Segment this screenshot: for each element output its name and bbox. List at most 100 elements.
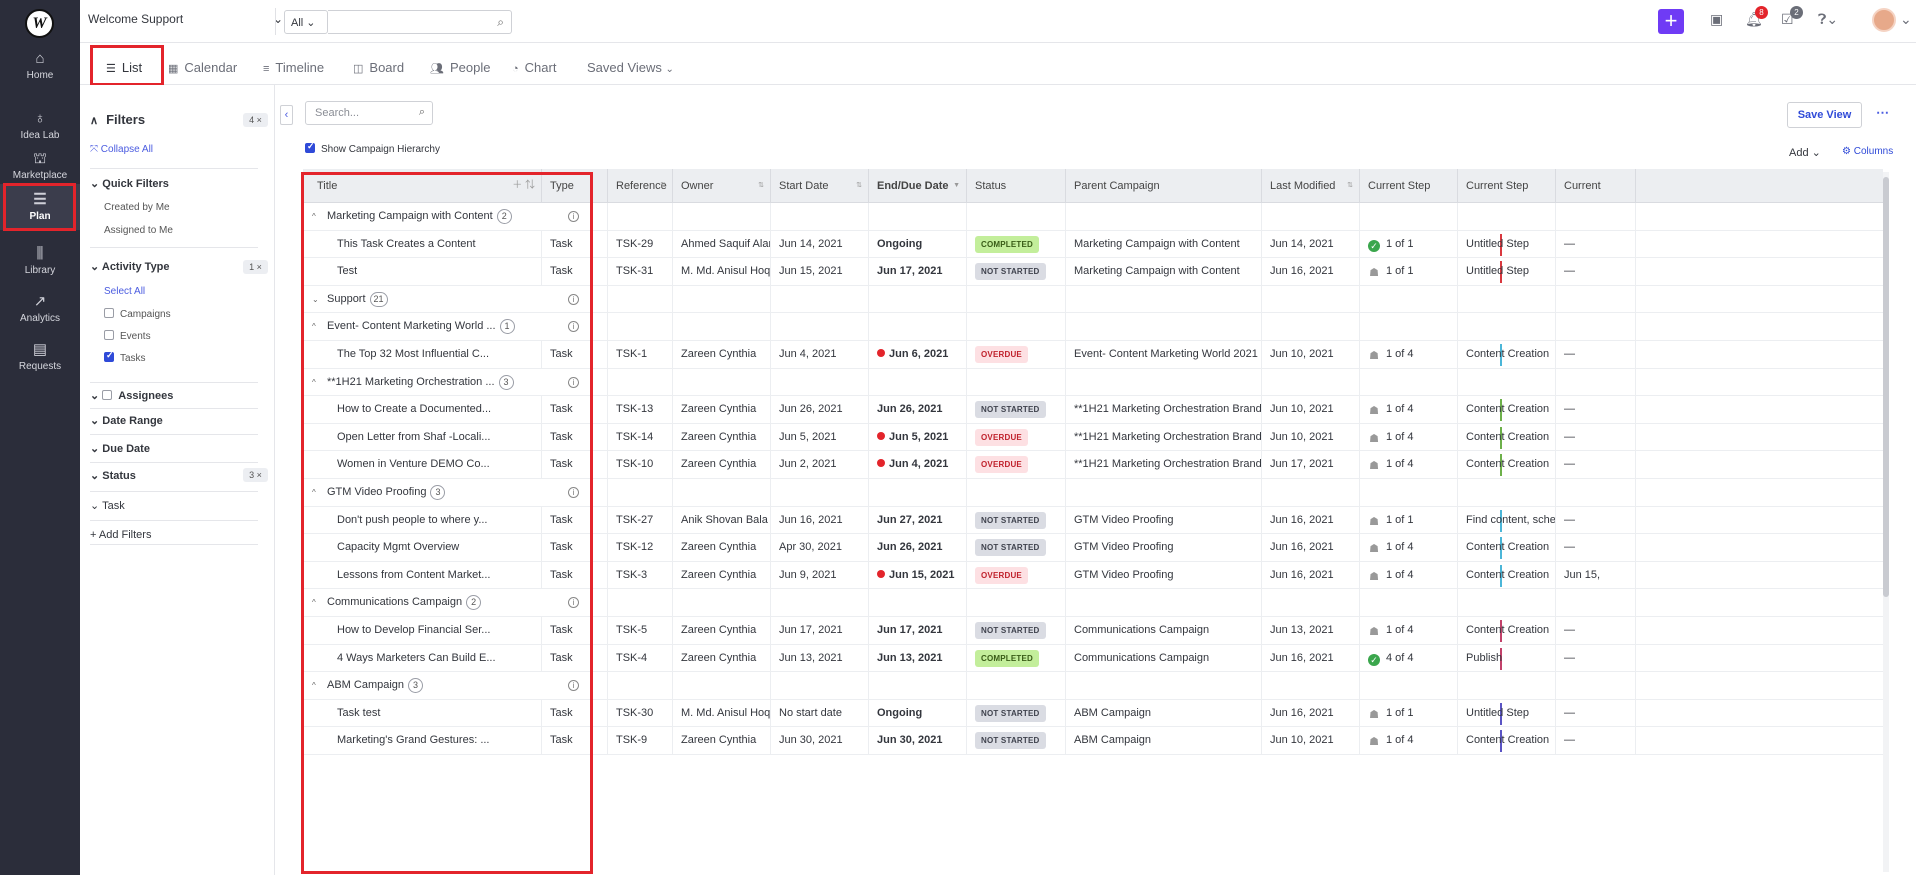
due-date-cell: Jun 27, 2021 — [869, 506, 967, 535]
create-new-button[interactable]: + — [1658, 9, 1684, 34]
parent-campaign-cell[interactable]: Event- Content Marketing World 2021 — [1066, 341, 1262, 369]
parent-campaign-cell[interactable]: Communications Campaign — [1066, 617, 1262, 645]
sort-icon[interactable]: ⇅ — [660, 169, 666, 203]
quick-filters-section[interactable]: ⌄ Quick Filters — [90, 177, 169, 190]
sidebar-item-idea-lab[interactable]: ♁ Idea Lab — [0, 107, 80, 147]
app-logo[interactable]: W — [25, 9, 54, 38]
status-cell: NOT STARTED — [967, 506, 1066, 535]
add-filters-link[interactable]: + Add Filters — [90, 529, 151, 541]
divider — [90, 434, 258, 435]
filters-title[interactable]: ∧ Filters — [90, 112, 145, 127]
events-checkbox[interactable]: Events — [104, 330, 151, 342]
tab-calendar[interactable]: ▦ Calendar — [168, 60, 237, 75]
tasks-checkbox[interactable]: Tasks — [104, 350, 146, 364]
assignees-section[interactable]: ⌄ Assignees — [90, 389, 173, 402]
status-section[interactable]: ⌄ Status — [90, 469, 136, 482]
tab-chart[interactable]: ◔ Chart — [512, 60, 556, 75]
sidebar-item-marketplace[interactable]: ⛫ Marketplace — [0, 147, 80, 187]
parent-campaign-cell[interactable]: GTM Video Proofing — [1066, 561, 1262, 590]
column-header-owner[interactable]: Owner ⇅ — [673, 169, 771, 203]
sort-icon[interactable]: ⇅ — [758, 169, 764, 203]
start-date-cell-text: Apr 30, 2021 — [779, 541, 842, 554]
empty-cell — [771, 589, 869, 617]
status-count-badge[interactable]: 3 × — [243, 468, 268, 482]
help-icon[interactable]: ❓︎⌄ — [1818, 11, 1838, 28]
collapse-all-link[interactable]: ⤧ Collapse All — [90, 144, 153, 155]
parent-campaign-cell[interactable]: Marketing Campaign with Content — [1066, 230, 1262, 259]
due-date-section[interactable]: ⌄ Due Date — [90, 442, 150, 455]
column-header-current-step-name[interactable]: Current Step Name — [1458, 169, 1556, 226]
sort-icon[interactable]: ⇅ — [1347, 169, 1353, 203]
sidebar-item-library[interactable]: ⫼ Library — [0, 242, 80, 282]
parent-campaign-cell[interactable]: ABM Campaign — [1066, 699, 1262, 728]
column-header-last-modified[interactable]: Last Modified ⇅ — [1262, 169, 1360, 203]
messages-icon[interactable]: ▣ — [1710, 11, 1723, 28]
activity-count-badge[interactable]: 1 × — [243, 260, 268, 274]
grid-search-input[interactable]: Search... ⌕ — [305, 101, 433, 125]
sort-icon[interactable]: ⇅ — [856, 169, 862, 203]
assigned-to-me-filter[interactable]: Assigned to Me — [104, 225, 173, 236]
due-date-text: Jun 17, 2021 — [877, 265, 943, 278]
more-options-icon[interactable]: ⋯ — [1876, 105, 1889, 121]
select-all-link[interactable]: Select All — [104, 286, 145, 297]
parent-campaign-cell[interactable]: ABM Campaign — [1066, 727, 1262, 755]
created-by-me-filter[interactable]: Created by Me — [104, 202, 170, 213]
sidebar-item-analytics[interactable]: ↗ Analytics — [0, 290, 80, 330]
step-name-cell-text: Untitled Step — [1466, 706, 1529, 719]
start-date-cell-text: Jun 14, 2021 — [779, 237, 843, 250]
column-header-current-step[interactable]: Current Step — [1360, 169, 1458, 203]
step-name-cell: Publish — [1458, 644, 1556, 673]
parent-campaign-cell[interactable]: GTM Video Proofing — [1066, 534, 1262, 562]
sort-desc-icon[interactable]: ▼ — [953, 169, 960, 203]
activity-type-section[interactable]: ⌄ Activity Type — [90, 260, 170, 273]
sidebar-item-requests[interactable]: ▤ Requests — [0, 338, 80, 378]
due-date-text: Jun 30, 2021 — [877, 734, 943, 747]
sidebar-item-home[interactable]: ⌂ Home — [0, 47, 80, 87]
campaigns-checkbox[interactable]: Campaigns — [104, 308, 171, 320]
last-modified-cell: Jun 16, 2021 — [1262, 506, 1360, 535]
chevron-down-icon[interactable]: ⌄ — [1900, 11, 1912, 28]
show-hierarchy-checkbox[interactable]: Show Campaign Hierarchy — [305, 141, 440, 155]
current-step-text: 1 of 4 — [1386, 541, 1414, 554]
scrollbar-thumb[interactable] — [1883, 177, 1889, 597]
search-scope-select[interactable]: All ⌄ — [284, 10, 328, 34]
parent-campaign-cell-text: GTM Video Proofing — [1074, 541, 1174, 554]
tab-timeline[interactable]: ≡ Timeline — [263, 60, 324, 75]
start-date-cell: Jun 5, 2021 — [771, 423, 869, 452]
save-view-button[interactable]: Save View — [1787, 102, 1862, 128]
columns-button[interactable]: ⚙ Columns — [1842, 146, 1893, 157]
status-badge: NOT STARTED — [975, 539, 1046, 557]
current-cell: — — [1556, 727, 1636, 755]
avatar[interactable] — [1872, 8, 1896, 32]
tab-saved-views[interactable]: Saved Views ⌄ — [587, 60, 674, 75]
vertical-scrollbar[interactable] — [1883, 172, 1889, 872]
current-step-text: 1 of 1 — [1386, 706, 1414, 719]
parent-campaign-cell[interactable]: Marketing Campaign with Content — [1066, 258, 1262, 286]
column-header-current[interactable]: Current — [1556, 169, 1636, 203]
parent-campaign-cell[interactable]: **1H21 Marketing Orchestration Brand ... — [1066, 423, 1262, 452]
global-search-input[interactable]: ⌕ — [328, 10, 512, 34]
divider — [90, 382, 258, 383]
tab-people[interactable]: 👥︎ People — [430, 60, 490, 75]
column-header-parent-campaign[interactable]: Parent Campaign — [1066, 169, 1262, 203]
current-cell: — — [1556, 451, 1636, 479]
tab-board[interactable]: ◫ Board — [353, 60, 404, 75]
column-header-end-due-date[interactable]: End/Due Date ▼ — [869, 169, 967, 203]
add-dropdown[interactable]: Add ⌄ — [1789, 146, 1821, 159]
parent-campaign-cell[interactable]: **1H21 Marketing Orchestration Brand ... — [1066, 451, 1262, 479]
column-header-start-date[interactable]: Start Date ⇅ — [771, 169, 869, 203]
parent-campaign-cell[interactable]: **1H21 Marketing Orchestration Brand ... — [1066, 396, 1262, 424]
workspace-select[interactable]: Welcome Support ⌄ — [88, 12, 283, 32]
tasks-badge: 2 — [1790, 6, 1803, 19]
collapse-panel-button[interactable]: ‹ — [280, 105, 293, 125]
task-section[interactable]: ⌄ Task — [90, 499, 125, 512]
owner-cell: Ahmed Saquif Alam Ar — [673, 230, 771, 259]
column-header-reference[interactable]: Reference ⇅ — [608, 169, 673, 203]
parent-campaign-cell[interactable]: Communications Campaign — [1066, 644, 1262, 673]
filters-count-badge[interactable]: 4 × — [243, 113, 268, 127]
column-header-status[interactable]: Status — [967, 169, 1066, 203]
owner-cell-text: Zareen Cynthia — [681, 734, 757, 747]
empty-cell — [1556, 285, 1636, 314]
parent-campaign-cell[interactable]: GTM Video Proofing — [1066, 506, 1262, 535]
date-range-section[interactable]: ⌄ Date Range — [90, 414, 163, 427]
